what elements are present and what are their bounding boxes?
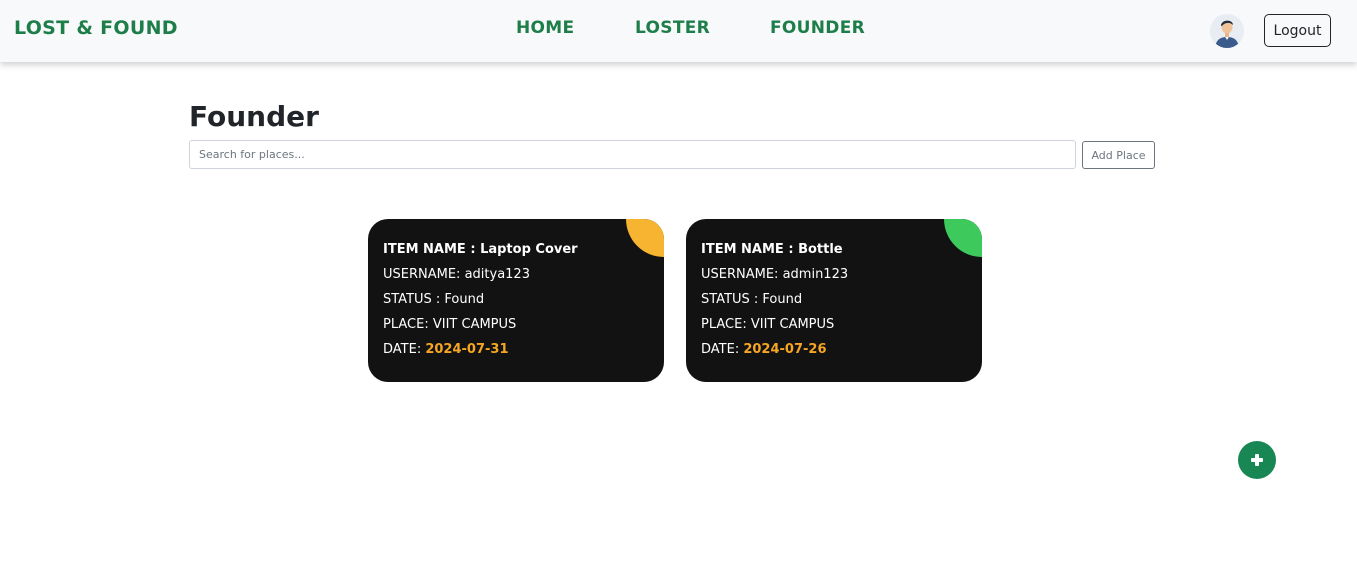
card-corner-accent bbox=[626, 219, 664, 257]
card-date: DATE: 2024-07-26 bbox=[701, 341, 848, 366]
place-label: PLACE: bbox=[383, 317, 433, 332]
status-label: STATUS : bbox=[383, 292, 445, 307]
item-name-value: Laptop Cover bbox=[480, 242, 578, 257]
card-item-name: ITEM NAME : Laptop Cover bbox=[383, 241, 578, 266]
search-input[interactable] bbox=[189, 140, 1076, 169]
card-username: USERNAME: aditya123 bbox=[383, 266, 578, 291]
username-label: USERNAME: bbox=[701, 267, 783, 282]
nav-loster[interactable]: LOSTER bbox=[635, 18, 710, 38]
nav-home[interactable]: HOME bbox=[516, 18, 574, 38]
username-label: USERNAME: bbox=[383, 267, 465, 282]
date-label: DATE: bbox=[701, 342, 744, 357]
card-place: PLACE: VIIT CAMPUS bbox=[701, 316, 848, 341]
add-place-button[interactable]: Add Place bbox=[1082, 141, 1155, 169]
navbar: LOST & FOUND HOME LOSTER FOUNDER Logout bbox=[0, 0, 1357, 62]
card-body: ITEM NAME : Laptop Cover USERNAME: adity… bbox=[383, 241, 578, 366]
card-status: STATUS : Found bbox=[383, 291, 578, 316]
username-value: admin123 bbox=[782, 267, 849, 282]
card-body: ITEM NAME : Bottle USERNAME: admin123 ST… bbox=[701, 241, 848, 366]
place-value: VIIT CAMPUS bbox=[750, 317, 835, 332]
item-name-value: Bottle bbox=[798, 242, 843, 257]
item-name-label: ITEM NAME : bbox=[383, 242, 481, 257]
username-value: aditya123 bbox=[464, 267, 530, 282]
user-avatar-icon bbox=[1210, 14, 1244, 48]
page-title: Founder bbox=[189, 100, 319, 133]
place-label: PLACE: bbox=[701, 317, 751, 332]
date-label: DATE: bbox=[383, 342, 426, 357]
add-item-button[interactable] bbox=[1238, 441, 1276, 479]
logout-button[interactable]: Logout bbox=[1264, 14, 1331, 47]
place-value: VIIT CAMPUS bbox=[432, 317, 517, 332]
plus-icon bbox=[1251, 454, 1263, 466]
status-value: Found bbox=[444, 292, 485, 307]
status-label: STATUS : bbox=[701, 292, 763, 307]
card-status: STATUS : Found bbox=[701, 291, 848, 316]
nav-founder[interactable]: FOUNDER bbox=[770, 18, 865, 38]
brand-logo[interactable]: LOST & FOUND bbox=[14, 17, 178, 39]
card-date: DATE: 2024-07-31 bbox=[383, 341, 578, 366]
status-value: Found bbox=[762, 292, 803, 307]
avatar[interactable] bbox=[1210, 14, 1244, 48]
date-value: 2024-07-31 bbox=[425, 342, 509, 357]
card-username: USERNAME: admin123 bbox=[701, 266, 848, 291]
item-card[interactable]: ITEM NAME : Laptop Cover USERNAME: adity… bbox=[368, 219, 664, 382]
item-name-label: ITEM NAME : bbox=[701, 242, 799, 257]
card-item-name: ITEM NAME : Bottle bbox=[701, 241, 848, 266]
item-card[interactable]: ITEM NAME : Bottle USERNAME: admin123 ST… bbox=[686, 219, 982, 382]
card-place: PLACE: VIIT CAMPUS bbox=[383, 316, 578, 341]
card-corner-accent bbox=[944, 219, 982, 257]
date-value: 2024-07-26 bbox=[743, 342, 827, 357]
